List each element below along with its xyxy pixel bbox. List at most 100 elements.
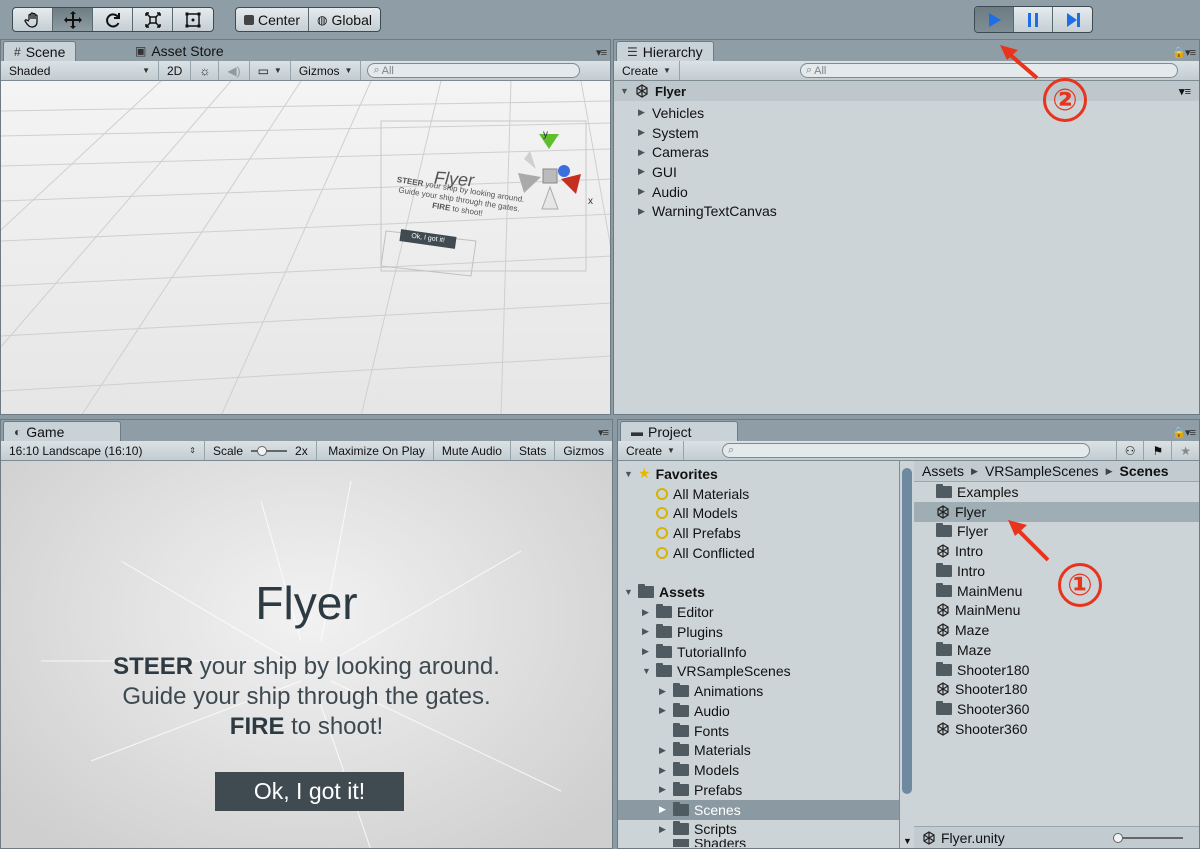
favorite-button[interactable]: ★ — [1172, 441, 1199, 460]
hierarchy-item[interactable]: ▶ Cameras — [614, 142, 1199, 162]
scene-orientation-gizmo[interactable] — [506, 129, 596, 219]
shading-dropdown[interactable]: Shaded ▼ — [1, 61, 159, 80]
audio-button[interactable]: ◀) — [219, 61, 250, 80]
file-row[interactable]: Maze — [914, 640, 1199, 660]
file-row[interactable]: Shooter360 — [914, 719, 1199, 739]
saved-search-icon — [656, 487, 668, 500]
file-row[interactable]: Shooter180 — [914, 660, 1199, 680]
panel-menu-icon[interactable]: ▾≡ — [598, 426, 609, 439]
tree-folder[interactable]: ▶ Prefabs — [618, 780, 899, 800]
tree-folder[interactable]: ▶ Scripts — [618, 820, 899, 840]
panel-menu-icon[interactable]: 🔒▾≡ — [1172, 46, 1196, 59]
maximize-on-play-toggle[interactable]: Maximize On Play — [320, 441, 434, 460]
favorites-header[interactable]: ▼ ★ Favorites — [618, 464, 899, 484]
tree-folder[interactable]: Fonts — [618, 721, 899, 741]
panel-menu-icon[interactable]: ▾≡ — [596, 46, 607, 59]
effects-dropdown[interactable]: ▭ ▼ — [250, 61, 291, 80]
tree-scrollbar[interactable] — [902, 468, 912, 794]
file-row[interactable]: Intro — [914, 561, 1199, 581]
pivot-center-button[interactable]: Center — [236, 8, 310, 31]
breadcrumb-item[interactable]: Assets — [922, 463, 964, 479]
game-gizmos-toggle[interactable]: Gizmos — [555, 441, 612, 460]
game-fire-word: FIRE — [229, 713, 285, 740]
file-row-label: Intro — [955, 543, 984, 560]
filter-label-button[interactable]: ⚑ — [1144, 441, 1173, 460]
scene-search-input[interactable]: ⌕ All — [367, 63, 581, 78]
rotate-tool-button[interactable] — [93, 8, 133, 31]
tree-folder[interactable]: Shaders — [618, 839, 899, 848]
hierarchy-item[interactable]: ▶ GUI — [614, 162, 1199, 182]
file-row[interactable]: MainMenu — [914, 601, 1199, 621]
file-row[interactable]: Maze — [914, 620, 1199, 640]
aspect-dropdown[interactable]: 16:10 Landscape (16:10) ⇕ — [1, 441, 205, 460]
hierarchy-item[interactable]: ▶ System — [614, 123, 1199, 143]
tab-asset-store[interactable]: ▣ Asset Store — [125, 41, 234, 61]
hierarchy-item[interactable]: ▶ Vehicles — [614, 103, 1199, 123]
breadcrumb-current[interactable]: Scenes — [1119, 463, 1168, 479]
scene-menu-icon[interactable]: ▾≡ — [1179, 85, 1191, 98]
tree-folder[interactable]: ▶ Editor — [618, 602, 899, 622]
tree-folder[interactable]: ▶ TutorialInfo — [618, 642, 899, 662]
pause-button[interactable] — [1014, 7, 1053, 32]
move-tool-button[interactable] — [53, 8, 93, 31]
space-global-button[interactable]: ◍ Global — [309, 8, 380, 31]
stats-toggle[interactable]: Stats — [511, 441, 556, 460]
slider-thumb[interactable] — [257, 445, 268, 456]
rect-tool-button[interactable] — [173, 8, 213, 31]
expand-right-icon: ▶ — [638, 186, 645, 197]
tree-folder[interactable]: ▶ Plugins — [618, 622, 899, 642]
file-row[interactable]: Intro — [914, 541, 1199, 561]
favorite-item[interactable]: All Materials — [618, 484, 899, 504]
play-button[interactable] — [975, 7, 1014, 32]
tree-folder[interactable]: ▼ VRSampleScenes — [618, 662, 899, 682]
game-ok-button[interactable]: Ok, I got it! — [215, 772, 404, 811]
scale-slider[interactable] — [251, 445, 288, 456]
slider-thumb[interactable] — [1113, 832, 1123, 843]
file-row-selected[interactable]: Flyer — [914, 501, 1199, 522]
file-row[interactable]: MainMenu — [914, 581, 1199, 601]
tab-scene[interactable]: # Scene — [3, 41, 77, 61]
panel-menu-icon[interactable]: 🔒▾≡ — [1172, 426, 1196, 439]
project-search-input[interactable]: ⌕ — [721, 443, 1090, 458]
favorite-item[interactable]: All Prefabs — [618, 523, 899, 543]
gizmos-dropdown[interactable]: Gizmos ▼ — [291, 61, 362, 80]
tree-folder-selected[interactable]: ▶ Scenes — [618, 799, 899, 820]
tab-game[interactable]: ◐ Game — [3, 421, 121, 441]
tree-folder[interactable]: ▶ Materials — [618, 741, 899, 761]
project-create-dropdown[interactable]: Create ▼ — [618, 441, 684, 460]
hierarchy-item[interactable]: ▶ Audio — [614, 182, 1199, 202]
filter-type-button[interactable]: ⚇ — [1115, 441, 1145, 460]
scale-tool-button[interactable] — [133, 8, 173, 31]
file-row[interactable]: Shooter180 — [914, 680, 1199, 700]
scroll-down-icon[interactable]: ▼ — [903, 836, 912, 846]
lighting-button[interactable]: ☼ — [191, 61, 220, 80]
file-row[interactable]: Examples — [914, 482, 1199, 502]
file-row[interactable]: Flyer — [914, 522, 1199, 542]
step-button[interactable] — [1053, 7, 1092, 32]
favorite-item[interactable]: All Conflicted — [618, 543, 899, 563]
hierarchy-search-input[interactable]: ⌕ All — [799, 63, 1178, 78]
hand-tool-button[interactable] — [13, 8, 53, 31]
breadcrumb-item[interactable]: VRSampleScenes — [985, 463, 1099, 479]
hierarchy-root-flyer[interactable]: ▼ Flyer ▾≡ — [614, 81, 1199, 101]
tree-folder[interactable]: ▶ Models — [618, 760, 899, 780]
image-icon: ▭ — [257, 63, 269, 78]
scene-viewport[interactable]: Flyer STEER your ship by looking around.… — [1, 81, 610, 414]
hierarchy-item[interactable]: ▶ WarningTextCanvas — [614, 201, 1199, 221]
file-row[interactable]: Shooter360 — [914, 699, 1199, 719]
game-gizmos-label: Gizmos — [563, 443, 604, 458]
favorite-item[interactable]: All Models — [618, 504, 899, 524]
mute-audio-toggle[interactable]: Mute Audio — [434, 441, 511, 460]
mode-2d-button[interactable]: 2D — [159, 61, 192, 80]
scene-toolbar: Shaded ▼ 2D ☼ ◀) ▭ ▼ Gizmos ▼ ⌕ All — [1, 61, 610, 81]
assets-root[interactable]: ▼ Assets — [618, 583, 899, 603]
tab-hierarchy[interactable]: ☰ Hierarchy — [616, 41, 714, 61]
shading-label: Shaded — [9, 63, 51, 78]
icon-size-slider[interactable] — [1113, 832, 1183, 843]
globe-icon: ◍ — [317, 12, 328, 27]
tree-folder-label: Scripts — [694, 821, 737, 838]
tab-project[interactable]: ▬ Project — [620, 421, 738, 441]
hierarchy-create-dropdown[interactable]: Create ▼ — [614, 61, 680, 80]
tree-folder[interactable]: ▶ Audio — [618, 701, 899, 721]
tree-folder[interactable]: ▶ Animations — [618, 681, 899, 701]
